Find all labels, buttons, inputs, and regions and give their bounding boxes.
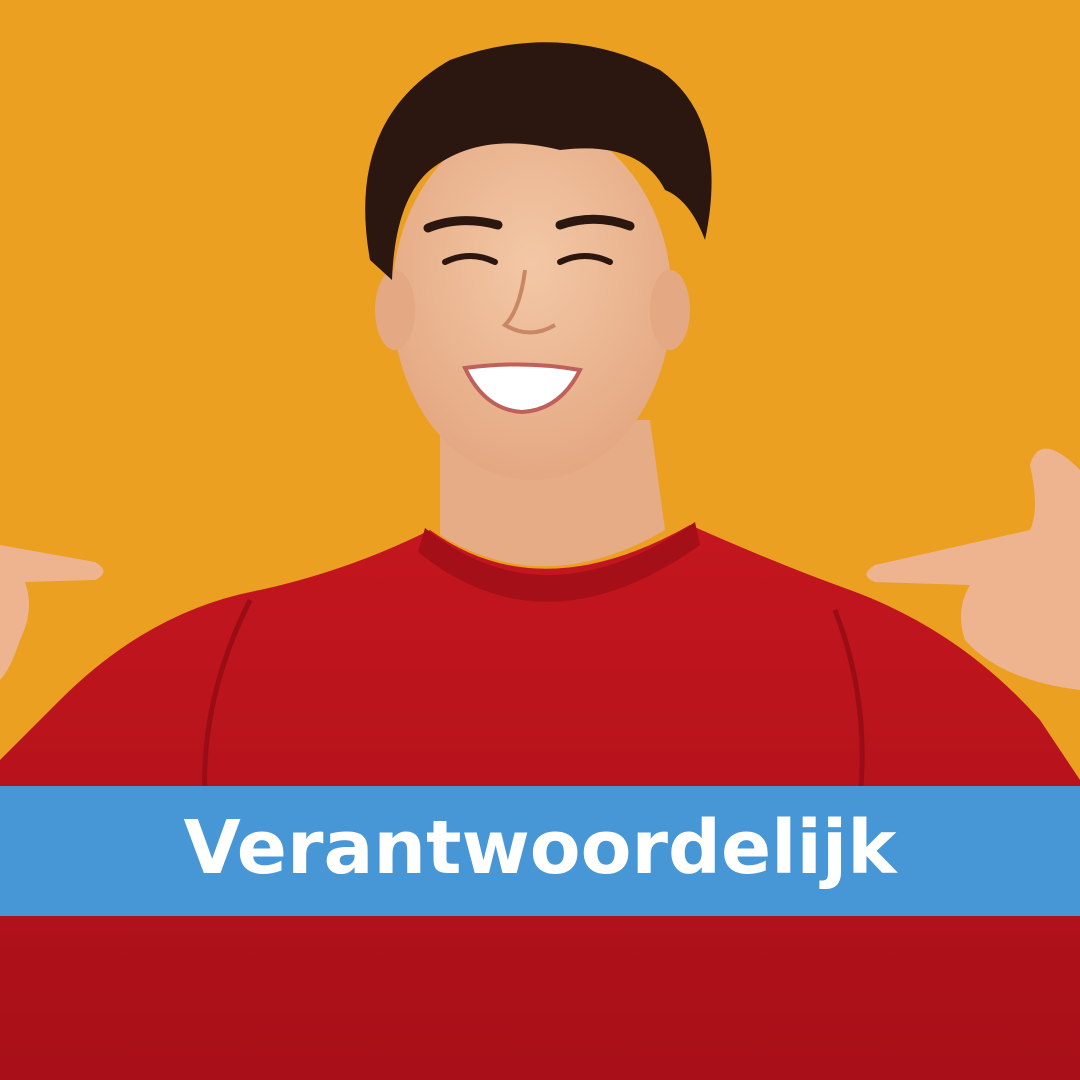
banner-title: Verantwoordelijk [183, 805, 897, 891]
left-ear [375, 270, 415, 350]
person-photo [0, 0, 1080, 1080]
right-ear [650, 270, 690, 350]
ad-image: Verantwoordelijk [0, 0, 1080, 1080]
title-banner: Verantwoordelijk [0, 786, 1080, 916]
face [392, 120, 672, 480]
